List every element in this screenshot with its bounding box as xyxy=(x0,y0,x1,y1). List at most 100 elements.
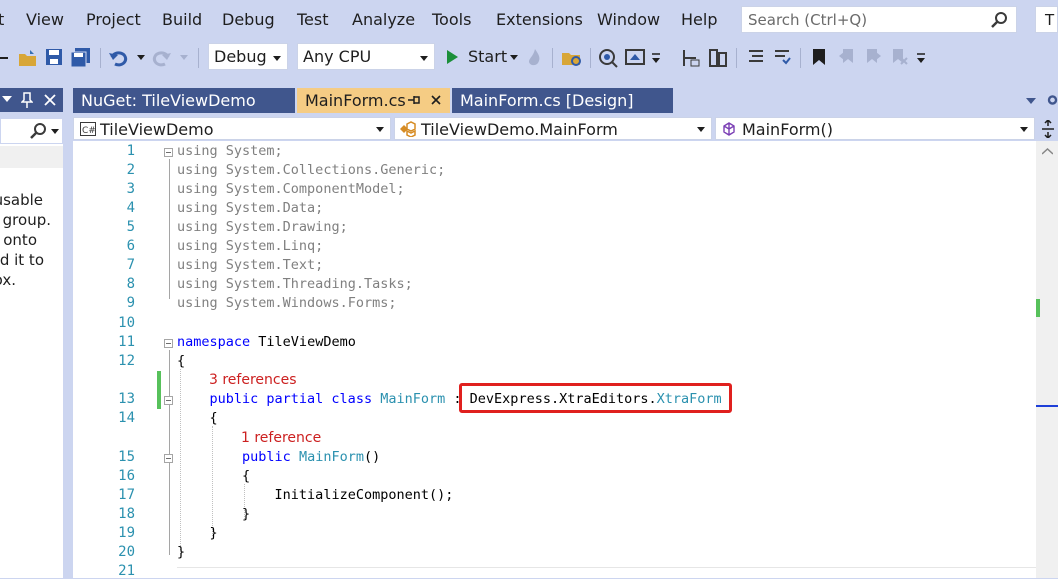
clear-bookmarks-icon[interactable] xyxy=(890,48,908,66)
class-name: TileViewDemo.MainForm xyxy=(421,120,618,139)
scrollbar-change-marker xyxy=(1036,299,1040,317)
menu-item-build[interactable]: Build xyxy=(162,10,202,29)
tab-mainform-cs[interactable]: MainForm.cs xyxy=(297,88,450,113)
menu-item-partial[interactable]: t xyxy=(0,10,4,29)
collapse-toggle[interactable] xyxy=(164,396,173,405)
navigation-bar: C# TileViewDemo TileViewDemo.MainForm Ma… xyxy=(73,117,1058,141)
platform-select[interactable]: Any CPU xyxy=(297,43,435,70)
code-editor[interactable]: 1 2 3 4 5 6 7 8 9 10 11 12 13 14 15 16 1… xyxy=(73,141,1036,579)
menu-item-test[interactable]: Test xyxy=(297,10,329,29)
save-icon[interactable] xyxy=(45,48,63,66)
tab-list-dropdown-icon[interactable] xyxy=(1026,98,1036,105)
split-window-icon[interactable] xyxy=(1041,120,1055,138)
step-over-icon[interactable] xyxy=(708,48,728,68)
gear-icon[interactable] xyxy=(1047,93,1058,107)
start-button[interactable]: Start xyxy=(444,46,524,68)
configuration-select[interactable]: Debug xyxy=(208,43,288,70)
account-button[interactable]: T xyxy=(1035,6,1058,33)
menu-item-project[interactable]: Project xyxy=(86,10,141,29)
tab-label: NuGet: TileViewDemo xyxy=(81,91,256,110)
undo-icon[interactable] xyxy=(108,48,128,68)
solution-explorer-icon[interactable] xyxy=(561,48,583,68)
redo-icon[interactable] xyxy=(152,48,172,68)
collapse-toggle[interactable] xyxy=(164,148,173,157)
collapse-toggle[interactable] xyxy=(164,339,173,348)
toolbar-overflow-icon[interactable] xyxy=(917,52,927,64)
toolbox-text-line: onto xyxy=(3,231,37,249)
chevron-down-icon xyxy=(697,127,705,132)
toolbox-body: usable group. onto d it to ox. xyxy=(0,144,63,578)
member-select[interactable]: MainForm() xyxy=(715,117,1035,140)
toolbox-text-line: group. xyxy=(2,211,51,229)
class-references-codelens[interactable]: 3 references xyxy=(209,372,297,388)
search-icon xyxy=(30,123,46,139)
line-number: 13 xyxy=(118,391,135,407)
menu-item-tools[interactable]: Tools xyxy=(432,10,471,29)
step-into-icon[interactable] xyxy=(681,48,701,68)
change-marker xyxy=(157,371,161,409)
undo-dropdown-icon[interactable] xyxy=(137,55,145,61)
menu-item-window[interactable]: Window xyxy=(597,10,660,29)
toolbox-header xyxy=(0,88,63,112)
ctor-references-codelens[interactable]: 1 reference xyxy=(241,430,321,446)
toolbar-options-icon[interactable] xyxy=(652,52,662,64)
project-name: TileViewDemo xyxy=(100,120,214,139)
line-number-gutter: 1 2 3 4 5 6 7 8 9 10 11 12 13 14 15 16 1… xyxy=(93,141,135,579)
find-icon[interactable] xyxy=(598,48,620,68)
comment-lines-icon[interactable] xyxy=(747,48,765,66)
code-line-4: using System.Data; xyxy=(177,200,324,216)
standard-toolbar: Debug Any CPU Start xyxy=(0,40,1058,76)
chevron-down-icon[interactable] xyxy=(51,129,59,135)
close-icon[interactable] xyxy=(431,95,441,105)
line-number: 15 xyxy=(118,449,135,465)
close-icon[interactable] xyxy=(44,94,56,106)
menu-item-analyze[interactable]: Analyze xyxy=(352,10,415,29)
class-select[interactable]: TileViewDemo.MainForm xyxy=(394,117,712,140)
collapse-toggle[interactable] xyxy=(164,454,173,463)
scroll-up-icon[interactable] xyxy=(1042,148,1053,155)
code-line-19: } xyxy=(209,525,218,541)
class-icon xyxy=(400,121,416,137)
toolbox-group-header[interactable] xyxy=(0,146,63,168)
menu-item-extensions[interactable]: Extensions xyxy=(496,10,583,29)
pin-icon[interactable] xyxy=(21,92,33,108)
menu-item-debug[interactable]: Debug xyxy=(222,10,275,29)
line-number: 3 xyxy=(126,181,135,197)
hot-reload-icon[interactable] xyxy=(528,48,542,68)
tab-mainform-design[interactable]: MainForm.cs [Design] xyxy=(452,88,673,113)
line-number: 4 xyxy=(126,200,135,216)
line-number: 21 xyxy=(118,563,135,579)
pin-icon[interactable] xyxy=(407,94,421,106)
member-name: MainForm() xyxy=(742,120,833,139)
project-select[interactable]: C# TileViewDemo xyxy=(73,117,391,140)
search-icon xyxy=(991,12,1007,28)
tab-label: MainForm.cs xyxy=(305,91,406,110)
play-icon xyxy=(447,50,458,64)
uncomment-lines-icon[interactable] xyxy=(773,48,791,66)
svg-text:C#: C# xyxy=(82,126,96,136)
menu-item-view[interactable]: View xyxy=(26,10,64,29)
line-number: 17 xyxy=(118,487,135,503)
search-placeholder: Search (Ctrl+Q) xyxy=(748,11,868,29)
toolbox-search-input[interactable] xyxy=(0,118,63,144)
line-number: 18 xyxy=(118,506,135,522)
menu-item-help[interactable]: Help xyxy=(681,10,717,29)
bookmark-icon[interactable] xyxy=(812,48,826,66)
next-bookmark-icon[interactable] xyxy=(864,48,882,66)
browser-link-icon[interactable] xyxy=(625,48,647,68)
line-number: 5 xyxy=(126,219,135,235)
tab-label: MainForm.cs [Design] xyxy=(460,91,634,110)
dropdown-arrow-icon[interactable] xyxy=(0,55,12,61)
code-line-20: } xyxy=(177,544,186,560)
redo-dropdown-icon[interactable] xyxy=(180,55,188,61)
code-line-1: using System; xyxy=(177,143,283,159)
save-all-icon[interactable] xyxy=(70,48,92,68)
tab-nuget-tileviewdemo[interactable]: NuGet: TileViewDemo xyxy=(73,88,295,113)
previous-bookmark-icon[interactable] xyxy=(838,48,856,66)
search-input[interactable]: Search (Ctrl+Q) xyxy=(741,6,1017,33)
toolbox-text-line: d it to xyxy=(0,251,44,269)
open-folder-icon[interactable] xyxy=(18,48,38,68)
current-line-indicator xyxy=(177,567,1036,568)
vertical-scrollbar[interactable] xyxy=(1036,141,1058,578)
chevron-down-icon[interactable] xyxy=(2,96,12,104)
